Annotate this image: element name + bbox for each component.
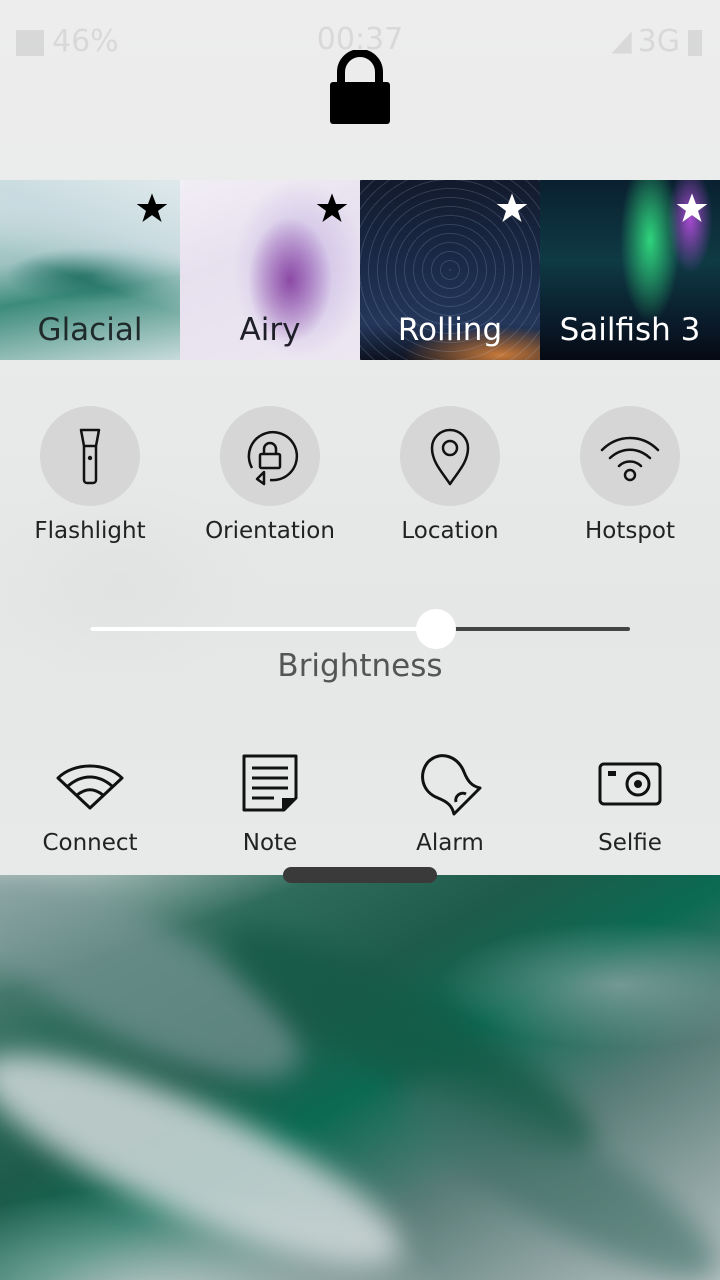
hotspot-icon	[600, 436, 660, 482]
lock-icon[interactable]	[329, 50, 391, 126]
shortcut-connect[interactable]: Connect	[0, 752, 180, 856]
toggle-orientation[interactable]: Orientation	[180, 406, 360, 544]
shortcut-note[interactable]: Note	[180, 752, 360, 856]
toggle-button[interactable]	[580, 406, 680, 506]
ambience-name: Airy	[239, 312, 301, 348]
pulley-handle[interactable]	[283, 867, 437, 883]
ambience-name: Sailfish 3	[559, 312, 701, 348]
brightness-slider[interactable]	[90, 609, 630, 649]
toggle-button[interactable]	[220, 406, 320, 506]
ambience-name: Rolling	[397, 312, 503, 348]
shortcut-label: Selfie	[598, 830, 662, 856]
network-indicator: 3G	[611, 24, 702, 59]
toggle-label: Flashlight	[34, 518, 146, 544]
toggle-flashlight[interactable]: Flashlight	[0, 406, 180, 544]
note-icon	[242, 754, 298, 812]
slider-handle[interactable]	[415, 609, 456, 649]
camera-icon	[598, 762, 662, 806]
alarm-bell-icon	[421, 754, 482, 816]
orientation-lock-icon	[247, 431, 299, 486]
slider-fill	[90, 627, 436, 631]
shortcut-label: Note	[242, 830, 298, 856]
network-type: 3G	[637, 24, 680, 59]
toggle-label: Orientation	[205, 518, 335, 544]
brightness-label: Brightness	[277, 648, 443, 684]
shortcut-selfie[interactable]: Selfie	[540, 752, 720, 856]
shortcut-alarm[interactable]: Alarm	[360, 752, 540, 856]
battery-level-icon	[688, 29, 702, 56]
favorite-star-icon[interactable]	[496, 192, 528, 224]
ambience-rolling[interactable]: Rolling	[360, 180, 540, 360]
quick-toggles: Flashlight Orientation Location Hotspot	[0, 406, 720, 544]
toggle-label: Hotspot	[584, 518, 676, 544]
toggle-button[interactable]	[400, 406, 500, 506]
favorite-star-icon[interactable]	[316, 192, 348, 224]
wifi-icon	[56, 764, 124, 810]
shortcut-label: Alarm	[416, 830, 484, 856]
toggle-button[interactable]	[40, 406, 140, 506]
ambience-glacial[interactable]: Glacial	[0, 180, 180, 360]
ambience-name: Glacial	[37, 312, 143, 348]
toggle-location[interactable]: Location	[360, 406, 540, 544]
toggle-hotspot[interactable]: Hotspot	[540, 406, 720, 544]
location-pin-icon	[430, 428, 470, 486]
ambience-strip: Glacial Airy Rolling Sailfish 3	[0, 180, 720, 360]
favorite-star-icon[interactable]	[676, 192, 708, 224]
shortcut-row: Connect Note Alarm Selfie	[0, 752, 720, 856]
wallpaper	[0, 875, 720, 1280]
events-panel: 46% 00:37 3G Glacial Airy Rolling Sailfi…	[0, 0, 720, 883]
favorite-star-icon[interactable]	[136, 192, 168, 224]
shortcut-label: Connect	[42, 830, 138, 856]
flashlight-icon	[79, 428, 101, 485]
ambience-airy[interactable]: Airy	[180, 180, 360, 360]
ambience-sailfish-3[interactable]: Sailfish 3	[540, 180, 720, 360]
signal-icon	[611, 31, 632, 54]
toggle-label: Location	[401, 518, 499, 544]
